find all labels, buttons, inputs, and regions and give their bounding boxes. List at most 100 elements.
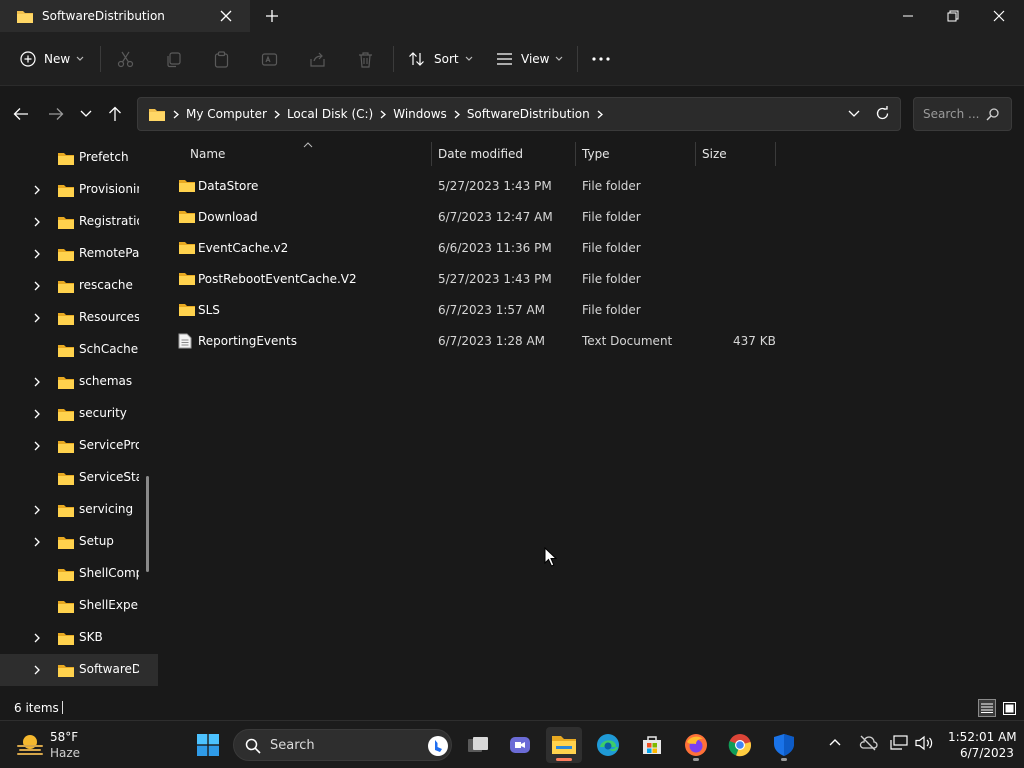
delete-button[interactable] [357, 44, 374, 74]
sidebar-scrollbar[interactable] [146, 476, 149, 572]
breadcrumb-item[interactable]: Windows [393, 107, 447, 121]
sidebar-item[interactable]: Prefetch [0, 142, 158, 174]
explorer-tab[interactable]: SoftwareDistribution [0, 0, 250, 32]
sidebar-item[interactable]: ServiceProfiles [0, 430, 158, 462]
column-divider[interactable] [695, 142, 696, 166]
sidebar-item[interactable]: RemotePackages [0, 238, 158, 270]
sidebar-item[interactable]: schemas [0, 366, 158, 398]
chevron-right-icon[interactable] [597, 110, 603, 119]
new-button[interactable]: New [20, 44, 84, 74]
expand-chevron-icon[interactable] [34, 377, 40, 387]
address-bar[interactable]: My Computer Local Disk (C:) Windows Soft… [137, 97, 901, 131]
share-button[interactable] [309, 44, 326, 74]
column-divider[interactable] [775, 142, 776, 166]
expand-chevron-icon[interactable] [34, 185, 40, 195]
sort-button[interactable]: Sort [408, 44, 473, 74]
column-header-type[interactable]: Type [582, 142, 692, 166]
sidebar-item[interactable]: ServiceState [0, 462, 158, 494]
microsoft-store-button[interactable] [634, 727, 670, 763]
expand-chevron-icon[interactable] [34, 633, 40, 643]
chrome-button[interactable] [722, 727, 758, 763]
expand-chevron-icon[interactable] [34, 217, 40, 227]
weather-condition[interactable]: Haze [50, 746, 80, 760]
volume-icon[interactable] [915, 735, 933, 751]
clock-time[interactable]: 1:52:01 AM [948, 730, 1017, 744]
start-button[interactable] [190, 727, 226, 763]
expand-chevron-icon[interactable] [34, 505, 40, 515]
chevron-right-icon[interactable] [380, 110, 387, 119]
minimize-button[interactable] [885, 0, 931, 32]
expand-chevron-icon[interactable] [34, 313, 40, 323]
sidebar-item[interactable]: servicing [0, 494, 158, 526]
expand-chevron-icon[interactable] [34, 249, 40, 259]
sidebar-item[interactable]: Setup [0, 526, 158, 558]
more-options-button[interactable] [592, 44, 610, 74]
sidebar-item[interactable]: Registration [0, 206, 158, 238]
file-row[interactable]: ReportingEvents 6/7/2023 1:28 AM Text Docu… [168, 326, 778, 356]
expand-chevron-icon[interactable] [34, 537, 40, 547]
up-button[interactable] [105, 104, 125, 124]
weather-temperature[interactable]: 58°F [50, 730, 78, 744]
chevron-right-icon[interactable] [454, 110, 460, 119]
sidebar-item[interactable]: SchCache [0, 334, 158, 366]
bing-icon[interactable] [427, 735, 449, 757]
recent-locations-button[interactable] [76, 104, 96, 124]
details-view-button[interactable] [978, 699, 996, 717]
weather-haze-icon[interactable] [16, 732, 44, 758]
clock-date[interactable]: 6/7/2023 [960, 746, 1014, 760]
file-row[interactable]: SLS 6/7/2023 1:57 AM File folder [168, 295, 778, 325]
breadcrumb-item[interactable]: SoftwareDistribution [467, 107, 590, 121]
new-tab-icon[interactable] [264, 8, 280, 24]
teams-meet-button[interactable] [502, 727, 538, 763]
copy-button[interactable] [165, 44, 182, 74]
cut-button[interactable] [117, 44, 134, 74]
sidebar-item[interactable]: ShellExperiences [0, 590, 158, 622]
tiles-view-button[interactable] [1000, 699, 1018, 717]
file-explorer-taskbar-button[interactable] [546, 727, 582, 763]
sidebar-item-label: schemas [79, 374, 133, 388]
expand-chevron-icon[interactable] [34, 409, 40, 419]
onedrive-offline-icon[interactable] [858, 735, 878, 751]
close-tab-icon[interactable] [218, 8, 234, 24]
expand-chevron-icon[interactable] [34, 665, 40, 675]
refresh-icon[interactable] [875, 106, 890, 121]
expand-chevron-icon[interactable] [34, 281, 40, 291]
column-divider[interactable] [431, 142, 432, 166]
network-icon[interactable] [890, 735, 908, 751]
address-history-icon[interactable] [848, 107, 860, 121]
sidebar-item[interactable]: ShellComponents [0, 558, 158, 590]
chevron-up-icon[interactable] [829, 738, 841, 746]
firefox-button[interactable] [678, 727, 714, 763]
breadcrumb-item[interactable]: My Computer [186, 107, 267, 121]
file-row[interactable]: DataStore 5/27/2023 1:43 PM File folder [168, 171, 778, 201]
taskbar-search[interactable]: Search [233, 729, 452, 761]
breadcrumb-item[interactable]: Local Disk (C:) [287, 107, 373, 121]
sidebar-item[interactable]: rescache [0, 270, 158, 302]
column-header-size[interactable]: Size [702, 142, 772, 166]
maximize-button[interactable] [930, 0, 976, 32]
close-window-button[interactable] [976, 0, 1022, 32]
file-row[interactable]: EventCache.v2 6/6/2023 11:36 PM File folde… [168, 233, 778, 263]
defender-button[interactable] [766, 727, 802, 763]
search-input[interactable]: Search ... [913, 97, 1012, 131]
expand-chevron-icon[interactable] [34, 441, 40, 451]
file-row[interactable]: Download 6/7/2023 12:47 AM File folder [168, 202, 778, 232]
chevron-right-icon[interactable] [274, 110, 280, 119]
sidebar-item[interactable]: SKB [0, 622, 158, 654]
sidebar-item[interactable]: SoftwareDistribution [0, 654, 158, 686]
chevron-right-icon[interactable] [173, 110, 179, 119]
rename-button[interactable] [261, 44, 278, 74]
column-header-date[interactable]: Date modified [438, 142, 573, 166]
task-view-button[interactable] [460, 727, 496, 763]
column-divider[interactable] [575, 142, 576, 166]
file-row[interactable]: PostRebootEventCache.V2 5/27/2023 1:43 PM… [168, 264, 778, 294]
column-header-name[interactable]: Name [190, 142, 430, 166]
paste-button[interactable] [213, 44, 230, 74]
view-button[interactable]: View [496, 44, 563, 74]
forward-button[interactable] [46, 104, 66, 124]
back-button[interactable] [11, 104, 31, 124]
sidebar-item[interactable]: Provisioning [0, 174, 158, 206]
edge-button[interactable] [590, 727, 626, 763]
sidebar-item[interactable]: Resources [0, 302, 158, 334]
sidebar-item[interactable]: security [0, 398, 158, 430]
